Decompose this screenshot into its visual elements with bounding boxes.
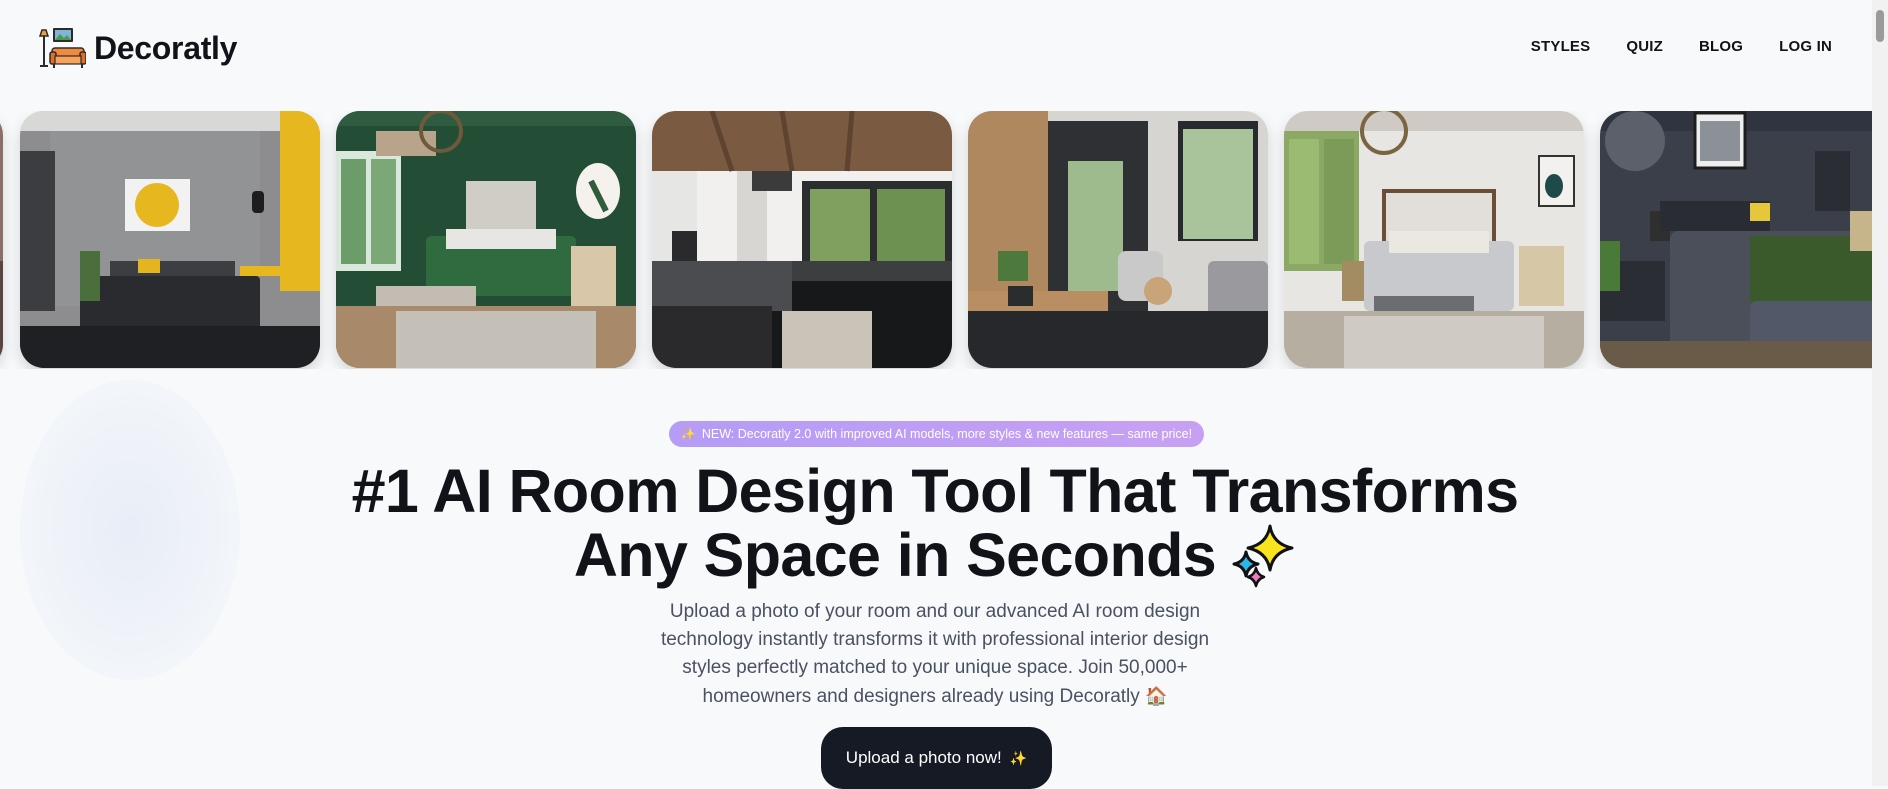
carousel-image-bedroom-green[interactable] <box>336 111 636 368</box>
scrollbar-thumb[interactable] <box>1876 10 1884 42</box>
nav-styles[interactable]: STYLES <box>1531 38 1591 55</box>
carousel-image-bedroom-navy[interactable] <box>1600 111 1872 368</box>
headline-line-1: #1 AI Room Design Tool That Transforms <box>351 457 1519 525</box>
house-icon: 🏠 <box>1145 686 1168 706</box>
main-nav: STYLES QUIZ BLOG LOG IN <box>1495 38 1832 55</box>
upload-photo-button[interactable]: Upload a photo now! ✨ <box>821 727 1052 789</box>
page-scrollbar[interactable] <box>1872 0 1888 786</box>
carousel-image-bedroom-yellow[interactable] <box>20 111 320 368</box>
sparkles-icon: ✨ <box>680 427 696 441</box>
site-header: Decoratly STYLES QUIZ BLOG LOG IN <box>0 0 1872 96</box>
cta-label: Upload a photo now! <box>845 748 1002 767</box>
badge-text: NEW: Decoratly 2.0 with improved AI mode… <box>701 427 1193 441</box>
brand-name: Decoratly <box>94 29 238 66</box>
carousel-image[interactable] <box>0 111 3 368</box>
nav-login[interactable]: LOG IN <box>1779 38 1832 55</box>
nav-quiz[interactable]: QUIZ <box>1626 38 1663 55</box>
hero-subtitle: Upload a photo of your room and our adva… <box>640 598 1230 711</box>
logo[interactable]: Decoratly <box>38 26 237 70</box>
hero-headline: #1 AI Room Design Tool That Transforms A… <box>290 460 1580 588</box>
subtitle-text: Upload a photo of your room and our adva… <box>660 601 1210 707</box>
sparkles-icon <box>1232 524 1294 588</box>
nav-blog[interactable]: BLOG <box>1699 38 1743 55</box>
room-carousel[interactable] <box>0 111 1872 369</box>
sparkles-icon: ✨ <box>1009 749 1028 766</box>
headline-line-2: Any Space in Seconds <box>573 521 1217 589</box>
announcement-badge[interactable]: ✨ NEW: Decoratly 2.0 with improved AI mo… <box>669 421 1204 447</box>
background-glow <box>20 380 240 680</box>
carousel-image-kitchen[interactable] <box>652 111 952 368</box>
carousel-image-living-room[interactable] <box>968 111 1268 368</box>
carousel-image-bedroom-gray[interactable] <box>1284 111 1584 368</box>
couch-lamp-logo-icon <box>38 28 86 68</box>
